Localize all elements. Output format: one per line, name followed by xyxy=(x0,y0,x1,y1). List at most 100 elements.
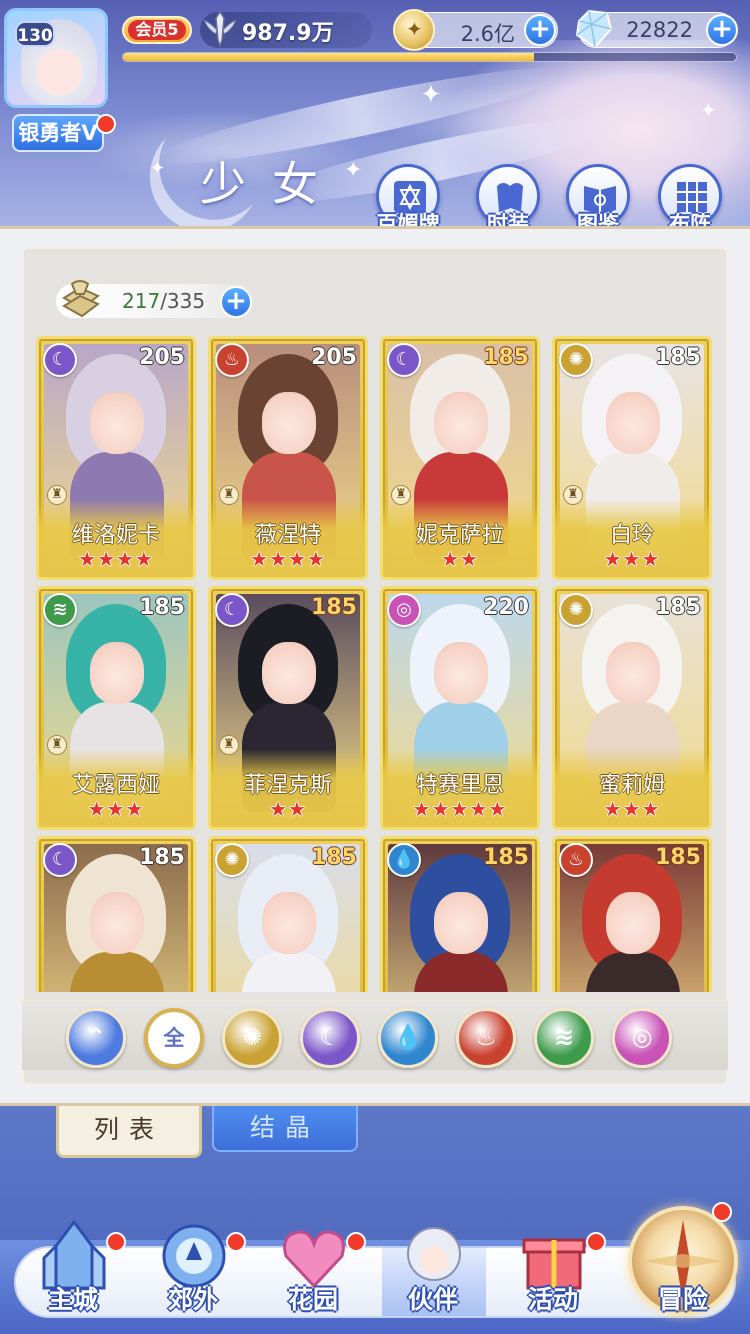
role-chess-icon: ♜ xyxy=(219,485,239,505)
card-name: 特赛里恩 xyxy=(415,773,504,798)
character-face xyxy=(262,642,316,704)
nav-label: 伙伴 xyxy=(407,1285,458,1314)
character-face xyxy=(606,892,660,954)
add-diamond-button[interactable]: + xyxy=(706,14,738,46)
character-face xyxy=(606,392,660,454)
filter-wind-button[interactable]: ≋ xyxy=(534,1008,594,1068)
character-card[interactable]: ♨ 185 xyxy=(552,836,712,992)
nav-item-partner[interactable]: 伙伴 xyxy=(378,1218,488,1328)
gold-coin-icon xyxy=(393,9,435,51)
filter-sun-button[interactable]: ✺ xyxy=(222,1008,282,1068)
filter-fire-button[interactable]: ♨ xyxy=(456,1008,516,1068)
role-chess-icon: ♜ xyxy=(391,485,411,505)
nav-item-castle[interactable]: 主城 xyxy=(18,1218,128,1328)
character-card[interactable]: 💧 185 xyxy=(380,836,540,992)
sun-element-icon: ✺ xyxy=(215,843,249,877)
card-stack-icon xyxy=(62,280,100,318)
character-card[interactable]: ≋ 185 ♜ 艾露西娅 ★★★ xyxy=(36,586,196,830)
character-card[interactable]: ☾ 185 ♜ 妮克萨拉 ★★ xyxy=(380,336,540,580)
card-level: 185 xyxy=(311,845,357,870)
card-level: 185 xyxy=(139,595,185,620)
card-name: 白玲 xyxy=(609,523,654,548)
character-face xyxy=(434,392,488,454)
star-icon: ◎ xyxy=(631,1023,653,1051)
filter-moon-button[interactable]: ☾ xyxy=(300,1008,360,1068)
notification-dot xyxy=(712,1202,732,1222)
wind-element-icon: ≋ xyxy=(43,593,77,627)
gold-value: 2.6亿 xyxy=(460,22,515,46)
filter-all-button[interactable]: 全 xyxy=(144,1008,204,1068)
collapse-icon: ⌃ xyxy=(85,1023,107,1051)
character-card[interactable]: ◎ 220 特赛里恩 ★★★★★ xyxy=(380,586,540,830)
collapse-filter-button[interactable]: ⌃ xyxy=(66,1008,126,1068)
page-title: 少女 xyxy=(200,157,344,211)
player-level-badge: 130 xyxy=(15,21,55,47)
notification-dot xyxy=(106,1232,126,1252)
card-level: 185 xyxy=(655,845,701,870)
character-card[interactable]: ☾ 205 ♜ 维洛妮卡 ★★★★ xyxy=(36,336,196,580)
character-face xyxy=(434,892,488,954)
exp-progress-fill xyxy=(123,53,534,61)
card-name: 妮克萨拉 xyxy=(415,523,504,548)
add-gold-button[interactable]: + xyxy=(524,14,556,46)
combat-power-value: 987.9万 xyxy=(242,21,334,46)
vip-label: 会员5 xyxy=(128,20,186,40)
character-card[interactable]: ✺ 185 xyxy=(208,836,368,992)
character-face xyxy=(262,392,316,454)
card-level: 185 xyxy=(655,345,701,370)
character-face xyxy=(262,892,316,954)
card-name: 蜜莉姆 xyxy=(598,773,665,798)
character-card[interactable]: ☾ 185 xyxy=(36,836,196,992)
character-card[interactable]: ♨ 205 ♜ 薇涅特 ★★★★ xyxy=(208,336,368,580)
sparkle-icon: ✦ xyxy=(700,98,717,122)
role-chess-icon: ♜ xyxy=(47,735,67,755)
character-card-grid: ☾ 205 ♜ 维洛妮卡 ★★★★ ♨ 205 ♜ 薇涅特 ★★★★ ☾ 185… xyxy=(36,336,716,992)
card-level: 220 xyxy=(483,595,529,620)
owned-count: 217 xyxy=(122,289,161,313)
card-level: 185 xyxy=(139,845,185,870)
character-face xyxy=(606,642,660,704)
character-face xyxy=(90,892,144,954)
fire-element-icon: ♨ xyxy=(215,343,249,377)
filter-star-button[interactable]: ◎ xyxy=(612,1008,672,1068)
tab-list[interactable]: 列表 xyxy=(56,1106,202,1158)
moon-element-icon: ☾ xyxy=(215,593,249,627)
notification-dot xyxy=(586,1232,606,1252)
sun-element-icon: ✺ xyxy=(559,343,593,377)
card-star-rating: ★★ xyxy=(441,547,479,571)
vip-badge[interactable]: 会员5 xyxy=(122,16,192,44)
notification-dot xyxy=(96,114,116,134)
moon-element-icon: ☾ xyxy=(43,843,77,877)
card-level: 205 xyxy=(311,345,357,370)
character-face xyxy=(434,642,488,704)
card-star-rating: ★★★★ xyxy=(250,547,326,571)
expand-collection-button[interactable]: + xyxy=(220,286,252,318)
card-name: 维洛妮卡 xyxy=(71,523,160,548)
nav-item-portal[interactable]: 郊外 xyxy=(138,1218,248,1328)
card-name: 薇涅特 xyxy=(254,523,321,548)
character-face xyxy=(90,642,144,704)
player-name[interactable]: 银勇者V xyxy=(12,114,104,152)
card-name: 艾露西娅 xyxy=(71,773,160,798)
card-level: 205 xyxy=(139,345,185,370)
filter-water-button[interactable]: 💧 xyxy=(378,1008,438,1068)
nav-item-gift[interactable]: 活动 xyxy=(498,1218,608,1328)
character-card[interactable]: ☾ 185 ♜ 菲涅克斯 ★★ xyxy=(208,586,368,830)
sparkle-icon: ✦ xyxy=(420,80,442,110)
water-element-icon: 💧 xyxy=(387,843,421,877)
card-star-rating: ★★★★★ xyxy=(412,797,508,821)
sparkle-icon: ✦ xyxy=(344,158,363,183)
character-card[interactable]: ✺ 185 ♜ 白玲 ★★★ xyxy=(552,336,712,580)
card-star-rating: ★★★★ xyxy=(78,547,154,571)
tab-crystal[interactable]: 结晶 xyxy=(212,1106,358,1152)
fire-element-icon: ♨ xyxy=(559,843,593,877)
card-level: 185 xyxy=(655,595,701,620)
nav-adventure-label-wrap: 冒险 xyxy=(628,1218,738,1328)
character-card[interactable]: ✺ 185 蜜莉姆 ★★★ xyxy=(552,586,712,830)
notification-dot xyxy=(346,1232,366,1252)
combat-power: 987.9万 xyxy=(200,10,372,49)
player-avatar[interactable]: 130 xyxy=(4,8,108,108)
sun-element-icon: ✺ xyxy=(559,593,593,627)
nav-item-garden-heart[interactable]: 花园 xyxy=(258,1218,368,1328)
nav-label: 主城 xyxy=(47,1285,98,1314)
